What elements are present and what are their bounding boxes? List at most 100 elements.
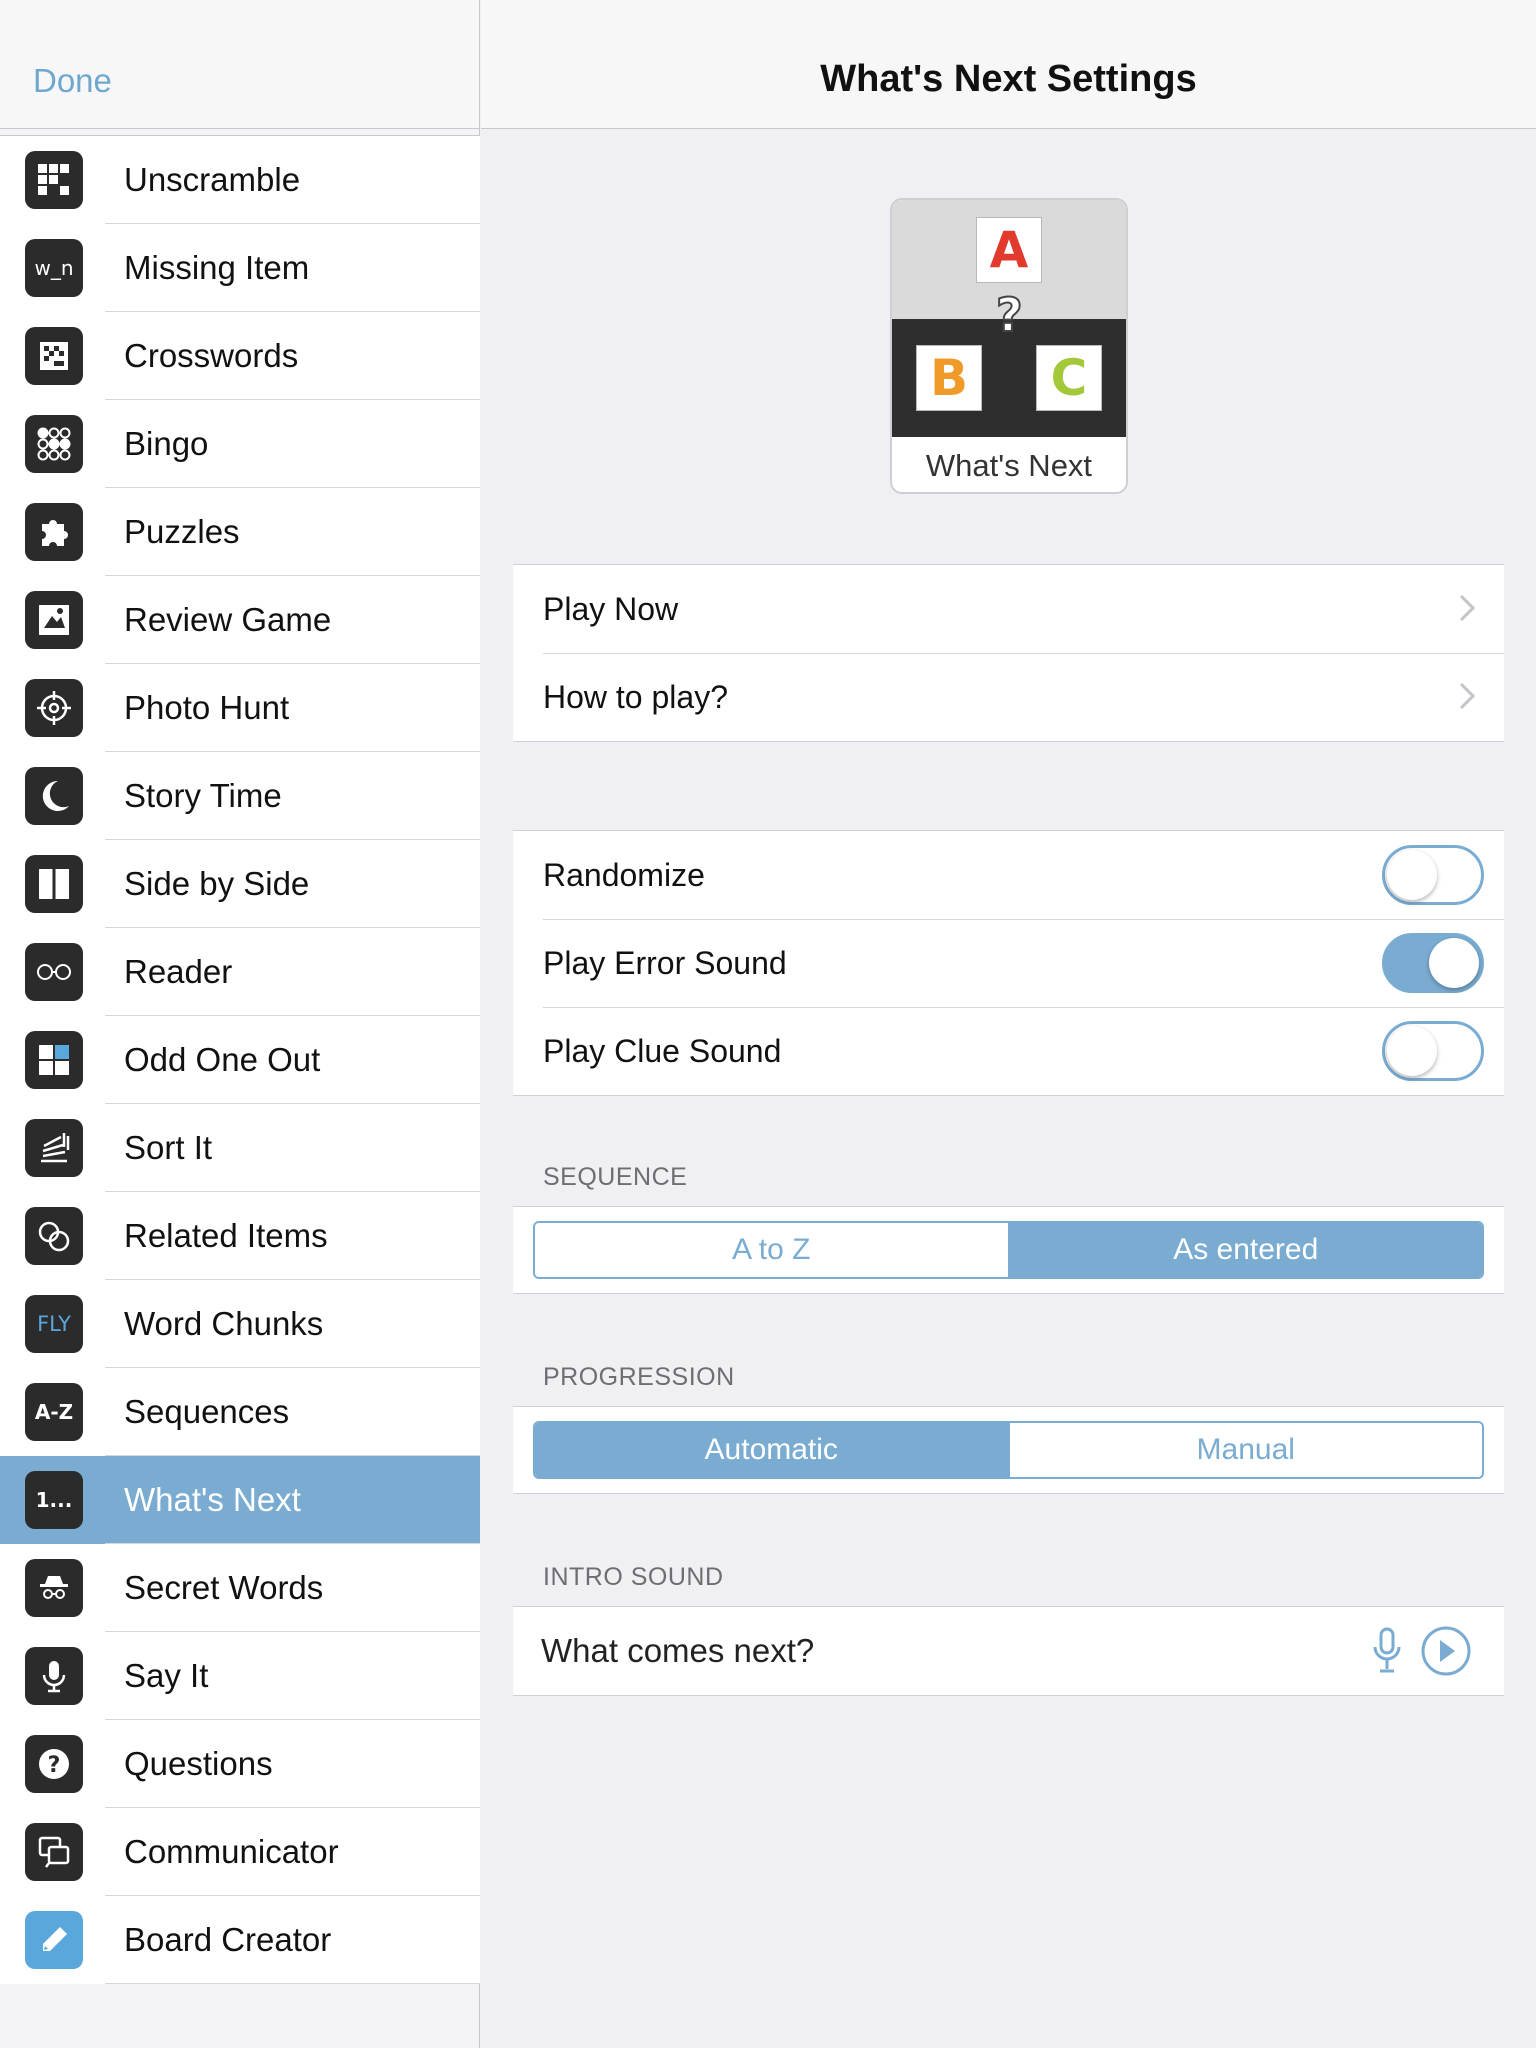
sidebar-item-reader[interactable]: Reader xyxy=(0,928,480,1016)
crosswords-icon xyxy=(25,327,83,385)
sidebar-item-label: Odd One Out xyxy=(124,1041,321,1078)
sidebar-item-unscramble[interactable]: Unscramble xyxy=(0,136,480,224)
randomize-row: Randomize xyxy=(513,831,1504,919)
sidebar-item-label: Bingo xyxy=(124,425,209,462)
sort-it-icon xyxy=(25,1119,83,1177)
sidebar-item-label: Questions xyxy=(124,1745,273,1782)
sequence-segmented-control: A to Z As entered xyxy=(533,1221,1484,1279)
intro-sound-group: What comes next? xyxy=(513,1606,1504,1696)
how-to-play-label: How to play? xyxy=(543,678,728,715)
sidebar-item-word-chunks[interactable]: FLY Word Chunks xyxy=(0,1280,480,1368)
intro-sound-row: What comes next? xyxy=(513,1607,1504,1695)
sidebar-item-sort-it[interactable]: Sort It xyxy=(0,1104,480,1192)
randomize-label: Randomize xyxy=(543,856,705,893)
sidebar: Done Unscramble w_n Missing Item Crosswo… xyxy=(0,0,480,2048)
play-icon[interactable] xyxy=(1420,1625,1472,1677)
puzzle-icon xyxy=(25,503,83,561)
microphone-icon xyxy=(25,1647,83,1705)
sidebar-item-say-it[interactable]: Say It xyxy=(0,1632,480,1720)
sidebar-item-label: Sort It xyxy=(124,1129,213,1166)
bingo-icon xyxy=(25,415,83,473)
letter-tile-a: A xyxy=(976,217,1042,283)
how-to-play-row[interactable]: How to play? xyxy=(513,653,1504,741)
sidebar-item-crosswords[interactable]: Crosswords xyxy=(0,312,480,400)
play-error-sound-label: Play Error Sound xyxy=(543,944,787,981)
sidebar-item-photo-hunt[interactable]: Photo Hunt xyxy=(0,664,480,752)
sidebar-item-label: Puzzles xyxy=(124,513,240,550)
record-mic-icon[interactable] xyxy=(1369,1627,1405,1675)
sidebar-item-bingo[interactable]: Bingo xyxy=(0,400,480,488)
play-error-sound-toggle[interactable] xyxy=(1382,933,1484,993)
side-by-side-icon xyxy=(25,855,83,913)
sidebar-item-label: Word Chunks xyxy=(124,1305,324,1342)
question-icon: ? xyxy=(25,1735,83,1793)
sidebar-item-label: Side by Side xyxy=(124,865,310,902)
moon-icon xyxy=(25,767,83,825)
sidebar-item-questions[interactable]: ? Questions xyxy=(0,1720,480,1808)
sidebar-item-story-time[interactable]: Story Time xyxy=(0,752,480,840)
toggle-knob xyxy=(1387,1026,1437,1076)
progression-group: Automatic Manual xyxy=(513,1406,1504,1494)
settings-panel: What's Next Settings A ? B C What's Next… xyxy=(481,0,1536,2048)
sidebar-item-board-creator[interactable]: Board Creator xyxy=(0,1896,480,1984)
sidebar-item-review-game[interactable]: Review Game xyxy=(0,576,480,664)
intro-sound-text[interactable]: What comes next? xyxy=(541,1632,814,1670)
review-game-icon xyxy=(25,591,83,649)
sidebar-item-label: Unscramble xyxy=(124,161,301,198)
missing-item-icon-text: w_n xyxy=(34,256,74,280)
sidebar-item-whats-next[interactable]: 1... What's Next xyxy=(0,1456,480,1544)
sidebar-item-label: What's Next xyxy=(124,1481,301,1518)
progression-automatic-option[interactable]: Automatic xyxy=(535,1423,1008,1477)
play-clue-sound-row: Play Clue Sound xyxy=(513,1007,1504,1095)
communicator-icon xyxy=(25,1823,83,1881)
sidebar-item-sequences[interactable]: A-Z Sequences xyxy=(0,1368,480,1456)
whats-next-icon-text: 1... xyxy=(35,1488,73,1512)
chevron-right-icon xyxy=(1459,594,1476,622)
sidebar-item-odd-one-out[interactable]: Odd One Out xyxy=(0,1016,480,1104)
letter-tile-c: C xyxy=(1036,345,1102,411)
sidebar-item-related-items[interactable]: Related Items xyxy=(0,1192,480,1280)
sequence-as-entered-option[interactable]: As entered xyxy=(1007,1223,1482,1277)
sidebar-item-label: Say It xyxy=(124,1657,209,1694)
pencil-icon xyxy=(25,1911,83,1969)
sidebar-item-label: Crosswords xyxy=(124,337,299,374)
sidebar-item-missing-item[interactable]: w_n Missing Item xyxy=(0,224,480,312)
progression-segmented-control: Automatic Manual xyxy=(533,1421,1484,1479)
done-button[interactable]: Done xyxy=(33,62,112,100)
word-chunks-icon: FLY xyxy=(25,1295,83,1353)
related-items-icon xyxy=(25,1207,83,1265)
sidebar-item-puzzles[interactable]: Puzzles xyxy=(0,488,480,576)
progression-section-header: PROGRESSION xyxy=(543,1363,735,1391)
svg-text:?: ? xyxy=(48,1753,61,1778)
sidebar-item-label: Reader xyxy=(124,953,233,990)
letter-tile-b: B xyxy=(916,345,982,411)
sequences-icon: A-Z xyxy=(25,1383,83,1441)
sequence-group: A to Z As entered xyxy=(513,1206,1504,1294)
intro-sound-section-header: INTRO SOUND xyxy=(543,1563,724,1591)
sidebar-item-label: Sequences xyxy=(124,1393,290,1430)
progression-manual-option[interactable]: Manual xyxy=(1007,1423,1482,1477)
sidebar-item-side-by-side[interactable]: Side by Side xyxy=(0,840,480,928)
toggle-knob xyxy=(1387,850,1437,900)
question-mark-icon: ? xyxy=(995,287,1024,343)
actions-group: Play Now How to play? xyxy=(513,564,1504,742)
game-preview-card: A ? B C What's Next xyxy=(890,198,1128,494)
odd-one-out-icon xyxy=(25,1031,83,1089)
sidebar-item-communicator[interactable]: Communicator xyxy=(0,1808,480,1896)
page-title: What's Next Settings xyxy=(820,58,1197,100)
glasses-icon xyxy=(25,943,83,1001)
sequence-a-to-z-option[interactable]: A to Z xyxy=(535,1223,1008,1277)
sidebar-item-secret-words[interactable]: Secret Words xyxy=(0,1544,480,1632)
sequences-icon-text: A-Z xyxy=(34,1400,74,1424)
sidebar-item-label: Related Items xyxy=(124,1217,328,1254)
chevron-right-icon xyxy=(1459,682,1476,710)
randomize-toggle[interactable] xyxy=(1382,845,1484,905)
sidebar-header: Done xyxy=(0,0,479,129)
word-chunks-icon-text: FLY xyxy=(37,1312,71,1336)
play-now-row[interactable]: Play Now xyxy=(513,565,1504,653)
sidebar-item-label: Missing Item xyxy=(124,249,310,286)
crosshair-icon xyxy=(25,679,83,737)
play-error-sound-row: Play Error Sound xyxy=(513,919,1504,1007)
play-clue-sound-toggle[interactable] xyxy=(1382,1021,1484,1081)
preview-label: What's Next xyxy=(925,448,1093,483)
